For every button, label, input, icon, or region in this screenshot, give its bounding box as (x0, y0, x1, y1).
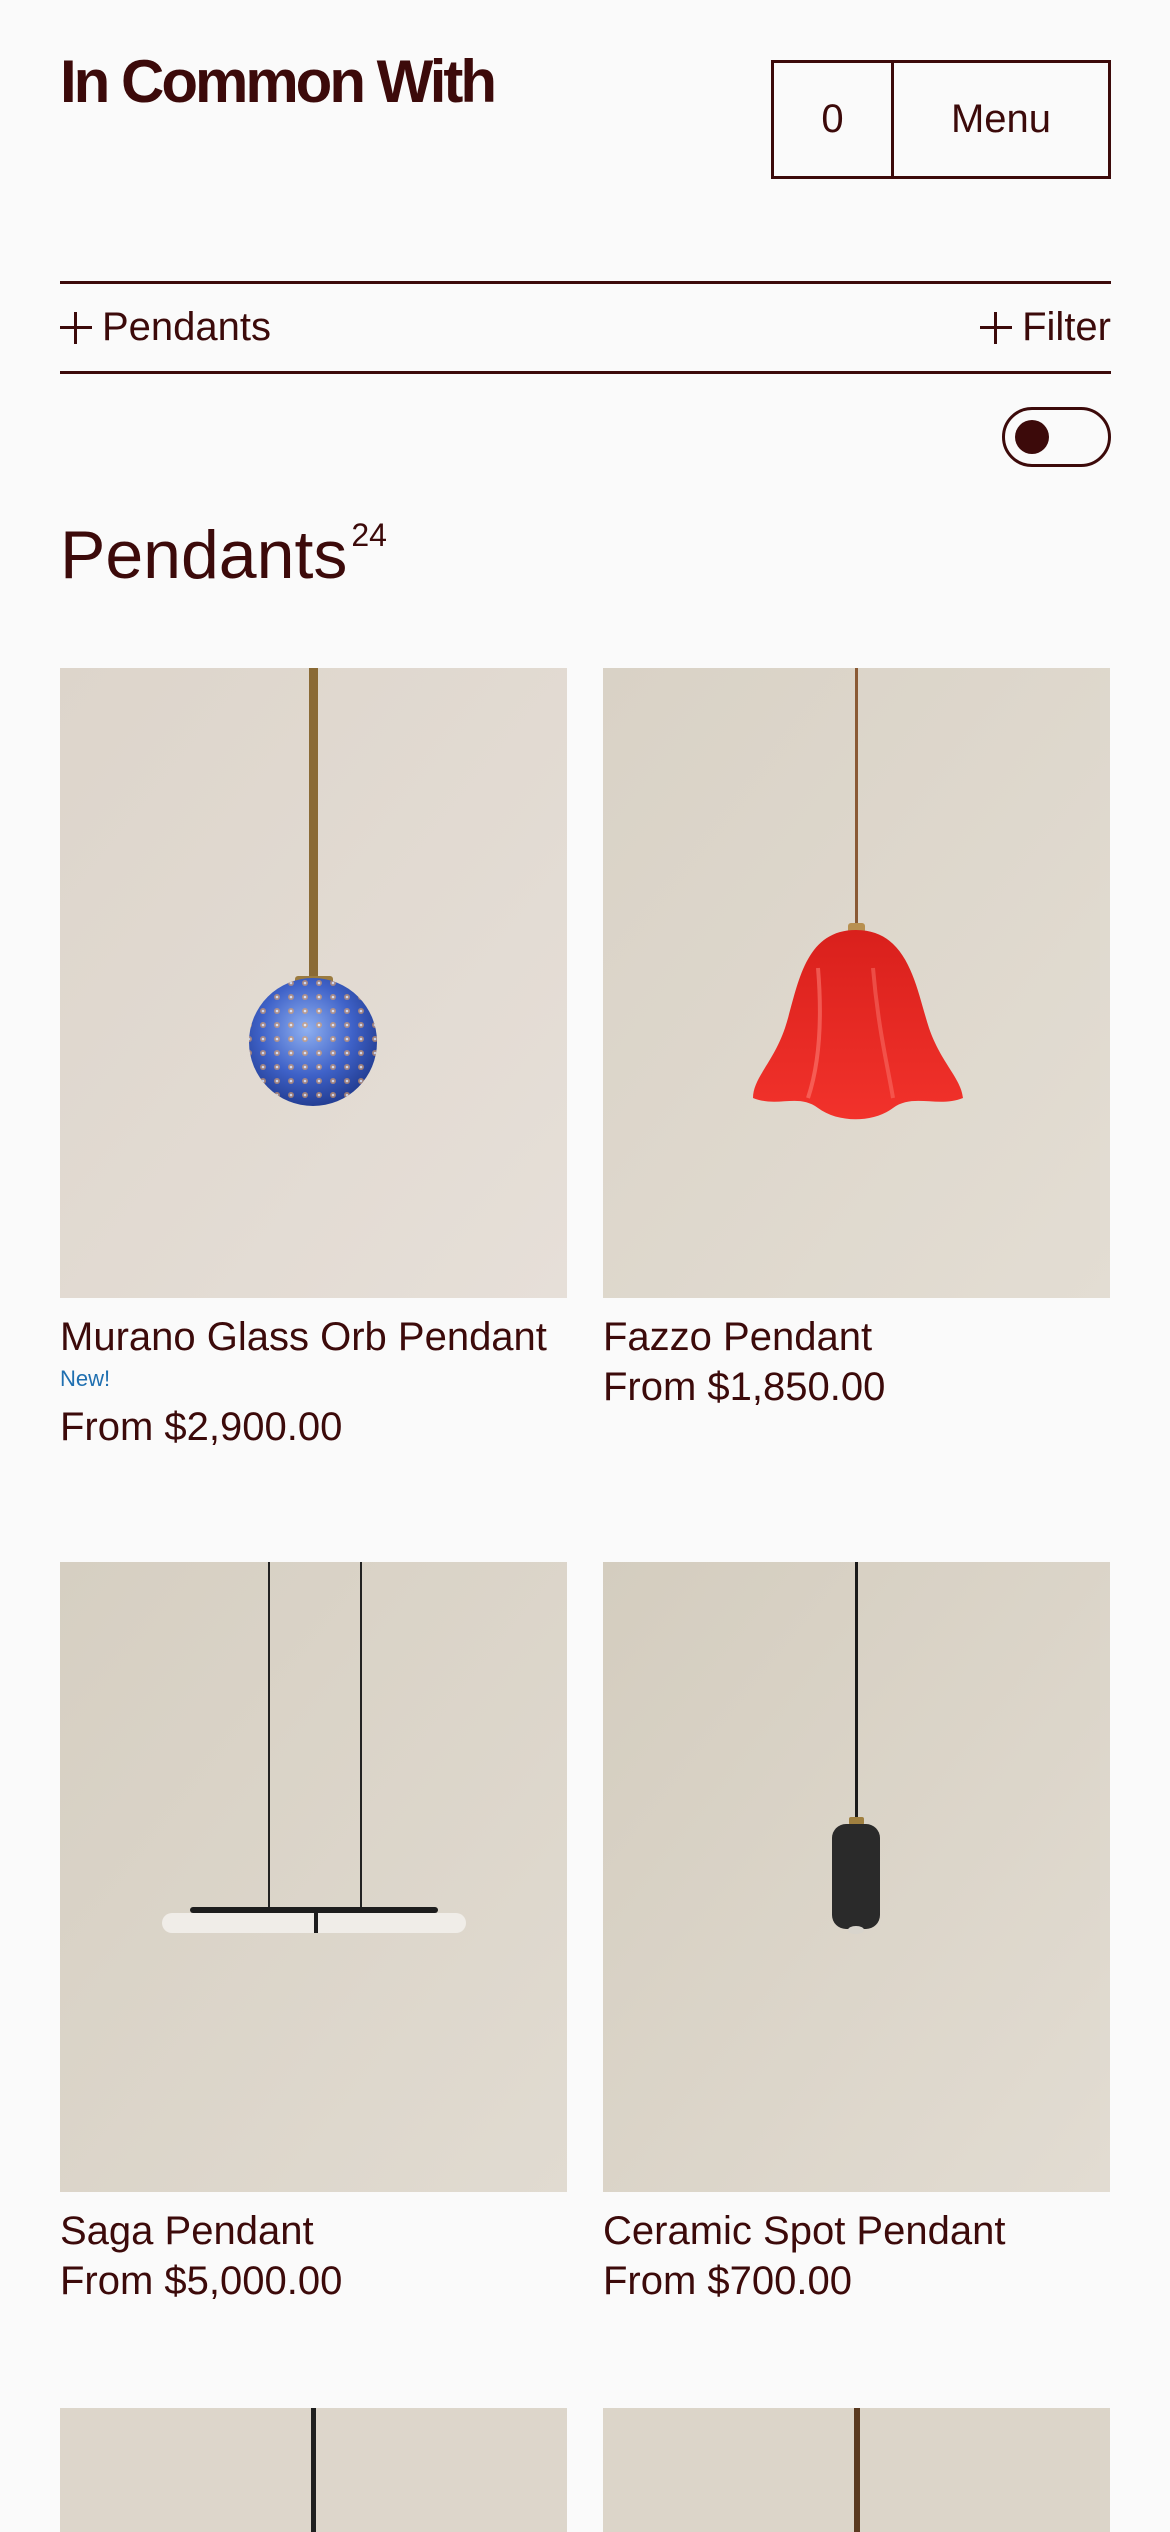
product-name[interactable]: Murano Glass Orb Pendant (60, 1312, 567, 1362)
pendant-photo-partial (60, 2408, 567, 2532)
page-title-text: Pendants (60, 517, 348, 593)
product-card-fazzo-pendant[interactable]: Fazzo Pendant From $1,850.00 (603, 668, 1110, 1412)
toggle-knob (1015, 420, 1049, 454)
product-price: From $5,000.00 (60, 2259, 343, 2303)
product-name[interactable]: Fazzo Pendant (603, 1312, 1110, 1362)
header-actions: 0 Menu (771, 60, 1111, 179)
product-card-saga-pendant[interactable]: Saga Pendant From $5,000.00 (60, 1562, 567, 2306)
product-image[interactable] (603, 668, 1110, 1298)
page: In Common With 0 Menu Pendants Filter Pe… (0, 0, 1170, 2532)
product-image[interactable] (60, 1562, 567, 2192)
fazzo-pendant-photo (603, 668, 1110, 1298)
view-toggle[interactable] (1002, 407, 1111, 467)
cart-button[interactable]: 0 (774, 63, 894, 176)
pendant-photo-partial (603, 2408, 1110, 2532)
product-image[interactable] (603, 2408, 1110, 2532)
product-card-murano-glass-orb-pendant[interactable]: Murano Glass Orb Pendant New! From $2,90… (60, 668, 567, 1452)
plus-icon (60, 311, 92, 344)
category-selector[interactable]: Pendants (60, 305, 271, 350)
category-label: Pendants (102, 305, 272, 349)
new-badge: New! (60, 1366, 111, 1391)
product-card-ceramic-spot-pendant[interactable]: Ceramic Spot Pendant From $700.00 (603, 1562, 1110, 2306)
ceramic-spot-pendant-photo (603, 1562, 1110, 2192)
filter-label: Filter (1022, 305, 1111, 349)
product-price: From $1,850.00 (603, 1365, 886, 1409)
product-card-partial[interactable] (603, 2408, 1110, 2532)
product-image[interactable] (603, 1562, 1110, 2192)
filter-button[interactable]: Filter (980, 305, 1111, 350)
product-name[interactable]: Saga Pendant (60, 2206, 567, 2256)
murano-orb-pendant-photo (60, 668, 567, 1298)
brand-logo[interactable]: In Common With (60, 52, 497, 112)
filter-bar: Pendants Filter (60, 281, 1111, 374)
product-image[interactable] (60, 2408, 567, 2532)
product-count: 24 (351, 517, 387, 553)
product-image[interactable] (60, 668, 567, 1298)
product-name[interactable]: Ceramic Spot Pendant (603, 2206, 1110, 2256)
product-price: From $2,900.00 (60, 1405, 343, 1449)
page-title: Pendants 24 (60, 515, 387, 595)
saga-pendant-photo (60, 1562, 567, 2192)
plus-icon (980, 311, 1013, 344)
product-price: From $700.00 (603, 2259, 853, 2303)
menu-button[interactable]: Menu (894, 63, 1108, 176)
product-card-partial[interactable] (60, 2408, 567, 2532)
